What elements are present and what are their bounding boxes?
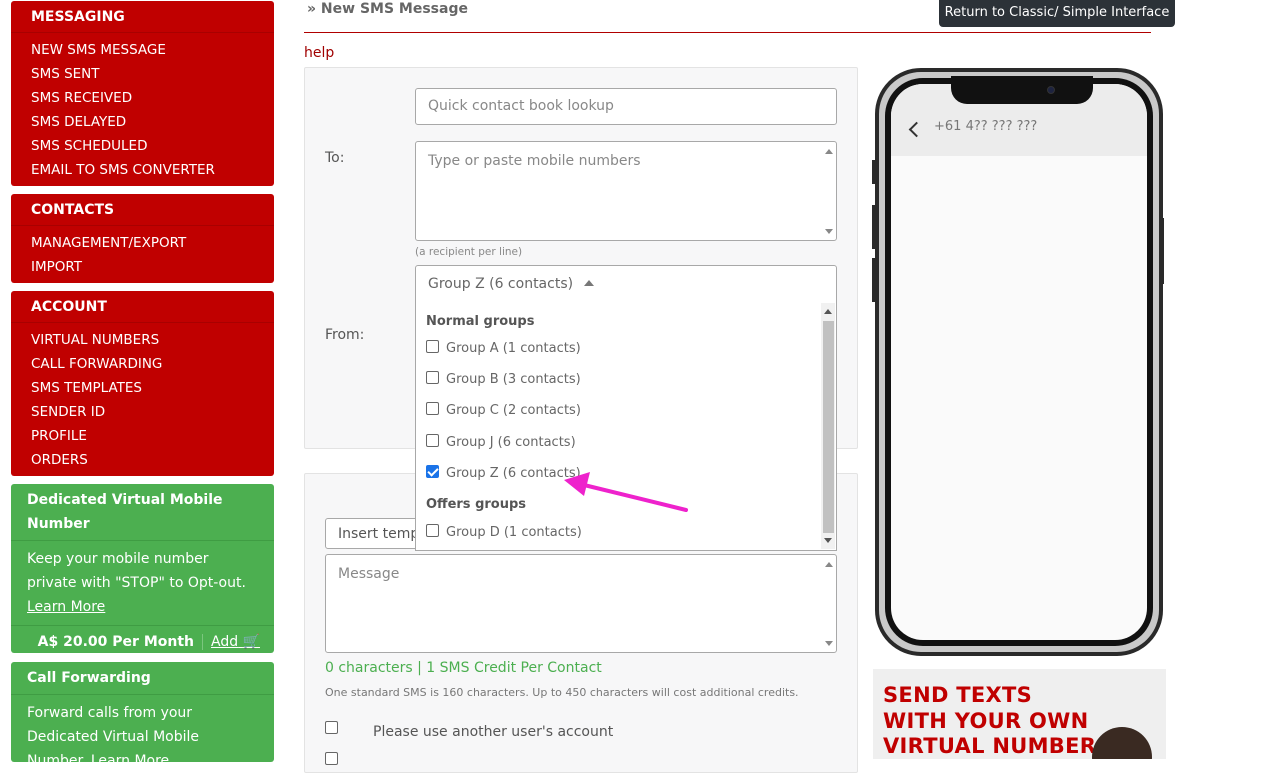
dropdown-scroll-thumb[interactable] — [823, 321, 834, 533]
normal-groups-heading: Normal groups — [426, 314, 535, 329]
annotation-arrow-icon — [564, 472, 688, 512]
phone-screen: +61 4?? ??? ??? — [891, 84, 1147, 640]
promo-price: A$ 20.00 Per Month — [37, 634, 194, 650]
recipient-hint: (a recipient per line) — [415, 246, 523, 258]
account-menu: ACCOUNT VIRTUAL NUMBERS CALL FORWARDING … — [11, 291, 274, 476]
numbers-scrollbar[interactable] — [822, 142, 836, 240]
message-placeholder: Message — [338, 566, 400, 582]
camera-icon — [1047, 86, 1055, 94]
message-scrollbar[interactable] — [822, 555, 836, 652]
group-j-checkbox[interactable] — [426, 434, 439, 447]
promo-footer: A$ 20.00 Per Month Add 🛒 — [11, 625, 274, 658]
add-to-cart-button[interactable]: Add 🛒 — [202, 634, 260, 650]
help-link[interactable]: help — [304, 45, 334, 61]
from-label: From: — [325, 327, 365, 343]
group-select[interactable]: Group Z (6 contacts) — [415, 265, 837, 302]
phone-side-button — [872, 160, 875, 184]
group-option-label: Group B (3 contacts) — [446, 372, 581, 387]
menu-item-sms-received[interactable]: SMS RECEIVED — [11, 86, 274, 110]
call-forwarding-promo: Call Forwarding Forward calls from your … — [11, 662, 274, 769]
second-option-checkbox[interactable] — [325, 752, 338, 765]
virtual-number-promo: Dedicated Virtual Mobile Number Keep you… — [11, 484, 274, 653]
group-option[interactable]: Group D (1 contacts) — [426, 524, 582, 540]
to-label: To: — [325, 150, 345, 166]
menu-item-sms-sent[interactable]: SMS SENT — [11, 62, 274, 86]
menu-item-sender-id[interactable]: SENDER ID — [11, 400, 274, 424]
account-heading: ACCOUNT — [11, 291, 274, 323]
ad-line: SEND TEXTS — [883, 683, 1033, 707]
contacts-menu: CONTACTS MANAGEMENT/EXPORT IMPORT — [11, 194, 274, 283]
other-account-label: Please use another user's account — [373, 724, 614, 740]
offers-groups-heading: Offers groups — [426, 497, 527, 512]
phone-number: +61 4?? ??? ??? — [934, 119, 1038, 134]
menu-item-sms-templates[interactable]: SMS TEMPLATES — [11, 376, 274, 400]
menu-item-orders[interactable]: ORDERS — [11, 448, 274, 472]
title-divider — [304, 32, 1151, 33]
phone-preview: +61 4?? ??? ??? — [875, 68, 1163, 656]
contact-lookup-input[interactable]: Quick contact book lookup — [415, 88, 837, 125]
promo-body: Keep your mobile number private with "ST… — [11, 541, 274, 625]
call-forwarding-learn-more[interactable]: Learn More — [91, 753, 169, 769]
sms-length-note: One standard SMS is 160 characters. Up t… — [325, 686, 799, 699]
other-account-checkbox[interactable] — [325, 721, 338, 734]
menu-item-profile[interactable]: PROFILE — [11, 424, 274, 448]
character-counter: 0 characters | 1 SMS Credit Per Contact — [325, 660, 602, 676]
phone-side-button — [872, 205, 875, 249]
ad-photo — [1092, 727, 1152, 759]
contacts-heading: CONTACTS — [11, 194, 274, 226]
mobile-numbers-textarea[interactable]: Type or paste mobile numbers — [415, 141, 837, 241]
messaging-heading: MESSAGING — [11, 1, 274, 33]
group-c-checkbox[interactable] — [426, 402, 439, 415]
menu-item-new-sms[interactable]: NEW SMS MESSAGE — [11, 38, 274, 62]
group-select-value: Group Z (6 contacts) — [428, 276, 574, 292]
group-option-label: Group D (1 contacts) — [446, 525, 582, 540]
group-b-checkbox[interactable] — [426, 371, 439, 384]
group-option[interactable]: Group C (2 contacts) — [426, 402, 581, 418]
messaging-menu: MESSAGING NEW SMS MESSAGE SMS SENT SMS R… — [11, 1, 274, 186]
group-option[interactable]: Group Z (6 contacts) — [426, 465, 581, 481]
menu-item-import[interactable]: IMPORT — [11, 255, 274, 279]
menu-item-email-to-sms[interactable]: EMAIL TO SMS CONVERTER — [11, 158, 274, 182]
cart-icon: 🛒 — [242, 634, 260, 650]
menu-item-sms-delayed[interactable]: SMS DELAYED — [11, 110, 274, 134]
call-forwarding-title: Call Forwarding — [11, 662, 274, 695]
group-option[interactable]: Group J (6 contacts) — [426, 434, 576, 450]
numbers-placeholder: Type or paste mobile numbers — [428, 153, 641, 169]
group-option-label: Group A (1 contacts) — [446, 341, 581, 356]
menu-item-call-forwarding[interactable]: CALL FORWARDING — [11, 352, 274, 376]
virtual-number-ad-banner[interactable]: SEND TEXTS WITH YOUR OWN VIRTUAL NUMBER — [873, 669, 1166, 759]
promo-text: Keep your mobile number private with "ST… — [27, 551, 246, 591]
group-option-label: Group C (2 contacts) — [446, 403, 581, 418]
phone-side-button — [1161, 218, 1164, 284]
group-option-label: Group J (6 contacts) — [446, 435, 576, 450]
group-z-checkbox[interactable] — [426, 465, 439, 478]
call-forwarding-body: Forward calls from your Dedicated Virtua… — [11, 695, 274, 779]
menu-item-management-export[interactable]: MANAGEMENT/EXPORT — [11, 231, 274, 255]
learn-more-link[interactable]: Learn More — [27, 599, 105, 615]
phone-side-button — [872, 258, 875, 302]
add-label: Add — [211, 634, 239, 650]
group-a-checkbox[interactable] — [426, 340, 439, 353]
menu-item-sms-scheduled[interactable]: SMS SCHEDULED — [11, 134, 274, 158]
back-chevron-icon — [908, 121, 925, 138]
menu-item-virtual-numbers[interactable]: VIRTUAL NUMBERS — [11, 328, 274, 352]
page-title: » New SMS Message — [307, 1, 468, 17]
return-classic-button[interactable]: Return to Classic/ Simple Interface — [939, 0, 1175, 27]
phone-notch — [951, 76, 1093, 104]
ad-line: VIRTUAL NUMBER — [883, 734, 1097, 758]
promo-title: Dedicated Virtual Mobile Number — [11, 484, 274, 541]
group-d-checkbox[interactable] — [426, 524, 439, 537]
message-textarea[interactable]: Message — [325, 554, 837, 653]
group-option[interactable]: Group A (1 contacts) — [426, 340, 581, 356]
group-option[interactable]: Group B (3 contacts) — [426, 371, 581, 387]
ad-line: WITH YOUR OWN — [883, 709, 1089, 733]
caret-up-icon — [583, 280, 594, 286]
dropdown-scrollbar[interactable] — [821, 303, 835, 549]
